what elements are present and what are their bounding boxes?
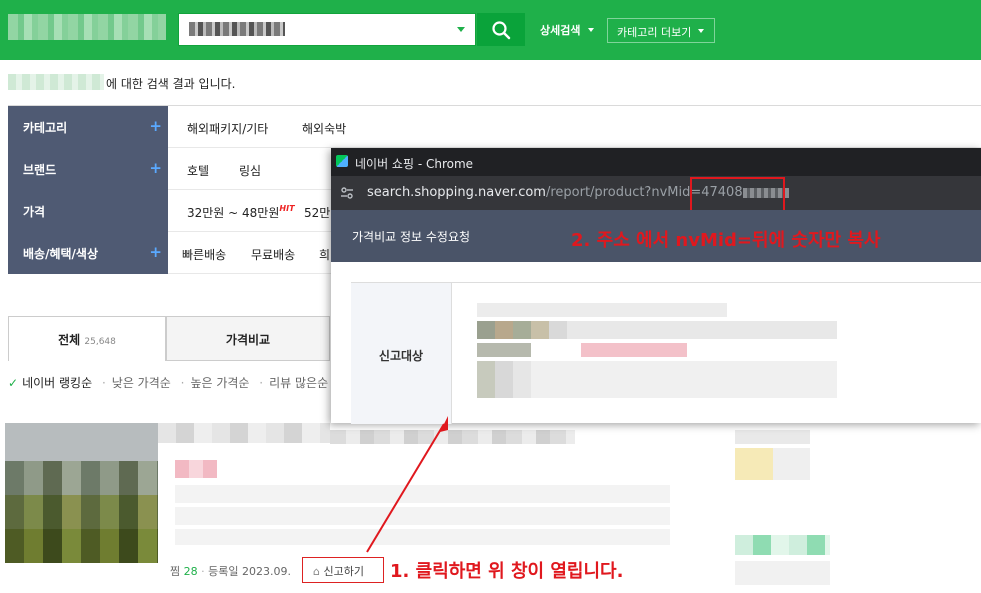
annotation-arrow: [366, 416, 448, 553]
